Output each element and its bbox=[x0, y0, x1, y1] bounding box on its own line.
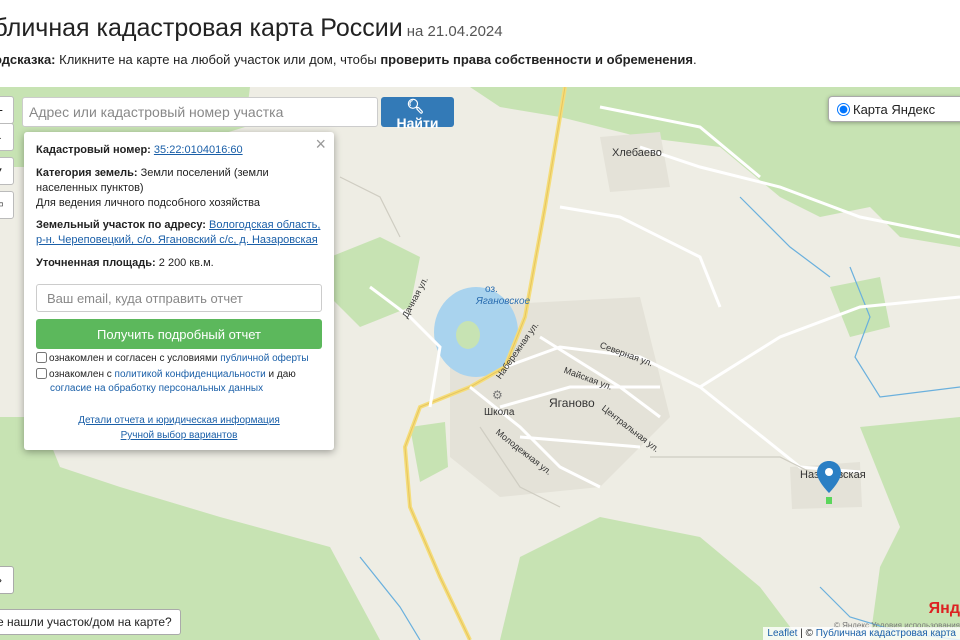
area-row: Уточненная площадь: 2 200 кв.м. bbox=[36, 256, 321, 271]
offer-agreement: ознакомлен и согласен с условиями публич… bbox=[36, 352, 321, 366]
hint-text: Кликните на карте на любой участок или д… bbox=[55, 52, 381, 67]
cad-number-link[interactable]: 35:22:0104016:60 bbox=[154, 144, 243, 156]
address-label: Земельный участок по адресу: bbox=[36, 219, 206, 231]
privacy-link[interactable]: политикой конфиденциальности bbox=[115, 369, 266, 380]
privacy-text: ознакомлен с bbox=[49, 369, 115, 380]
label-yaganovo: Яганово bbox=[549, 396, 595, 410]
map-attribution: Leaflet | © Публичная кадастровая карта bbox=[763, 627, 960, 640]
not-found-button[interactable]: е нашли участок/дом на карте? bbox=[0, 609, 181, 635]
get-report-button[interactable]: Получить подробный отчет bbox=[36, 319, 322, 349]
hint-bold: проверить права собственности и обремене… bbox=[380, 52, 693, 67]
consent-line: согласие на обработку персональных данны… bbox=[36, 382, 321, 396]
category-label: Категория земель: bbox=[36, 167, 138, 179]
details-row: Детали отчета и юридическая информация bbox=[24, 415, 334, 426]
privacy-agreement: ознакомлен с политикой конфиденциальност… bbox=[36, 368, 321, 396]
search-input[interactable] bbox=[22, 97, 378, 127]
details-link[interactable]: Детали отчета и юридическая информация bbox=[78, 415, 280, 426]
address-row: Земельный участок по адресу: Вологодская… bbox=[36, 218, 321, 248]
school-icon: ⚙ bbox=[492, 388, 503, 402]
page-title: ібличная кадастровая карта России на 21.0… bbox=[0, 14, 503, 43]
layers-icon[interactable]: ▭ bbox=[0, 191, 14, 219]
label-khlebaevo: Хлебаево bbox=[612, 147, 662, 159]
search-icon: 🔍︎ bbox=[406, 98, 425, 114]
page-date: на 21.04.2024 bbox=[406, 23, 503, 40]
expand-icon[interactable]: › bbox=[0, 566, 14, 594]
cad-number-row: Кадастровый номер: 35:22:0104016:60 bbox=[36, 143, 321, 158]
label-lake-prefix: оз. bbox=[485, 284, 498, 295]
email-field[interactable] bbox=[36, 284, 322, 312]
manual-row: Ручной выбор вариантов bbox=[24, 430, 334, 441]
manual-link[interactable]: Ручной выбор вариантов bbox=[121, 430, 238, 441]
layer-switch[interactable]: Карта Яндекс bbox=[828, 96, 960, 122]
layer-label: Карта Яндекс bbox=[853, 102, 936, 117]
attribution-sep: | © bbox=[797, 628, 816, 639]
yandex-logo: Янд bbox=[928, 600, 960, 617]
parcel-popup: × Кадастровый номер: 35:22:0104016:60 Ка… bbox=[24, 132, 334, 450]
zoom-out-button[interactable]: - bbox=[0, 123, 14, 151]
cad-number-label: Кадастровый номер: bbox=[36, 144, 151, 156]
hint-prefix: одсказка: bbox=[0, 52, 56, 67]
usage-text: Для ведения личного подсобного хозяйства bbox=[36, 197, 260, 209]
offer-link[interactable]: публичной оферты bbox=[220, 353, 308, 364]
consent-link[interactable]: согласие на обработку персональных данны… bbox=[50, 383, 263, 394]
page-title-text: ібличная кадастровая карта России bbox=[0, 14, 403, 42]
source-link[interactable]: Публичная кадастровая карта bbox=[816, 628, 956, 639]
category-row: Категория земель: Земли поселений (земли… bbox=[36, 166, 321, 196]
offer-text: ознакомлен и согласен с условиями bbox=[49, 353, 221, 364]
map-view[interactable]: + - ▾ ▭ 🔍︎Найти Карта Яндекс Хлебаево оз… bbox=[0, 87, 960, 640]
map-pin-icon[interactable] bbox=[817, 461, 841, 505]
zoom-in-button[interactable]: + bbox=[0, 96, 14, 124]
layer-radio[interactable] bbox=[837, 103, 850, 116]
area-label: Уточненная площадь: bbox=[36, 257, 156, 269]
search-button-label: Найти bbox=[396, 115, 439, 131]
offer-checkbox[interactable] bbox=[36, 352, 47, 363]
search-button[interactable]: 🔍︎Найти bbox=[381, 97, 454, 131]
hint-end: . bbox=[692, 52, 697, 67]
label-school: Школа bbox=[484, 407, 515, 418]
privacy-text-2: и даю bbox=[265, 369, 296, 380]
leaflet-link[interactable]: Leaflet bbox=[767, 628, 797, 639]
page-hint: одсказка: Кликните на карте на любой уча… bbox=[0, 52, 697, 67]
privacy-checkbox[interactable] bbox=[36, 368, 47, 379]
area-value: 2 200 кв.м. bbox=[155, 257, 214, 269]
label-lake-name: Ягановское bbox=[476, 296, 531, 307]
locate-icon[interactable]: ▾ bbox=[0, 157, 14, 185]
